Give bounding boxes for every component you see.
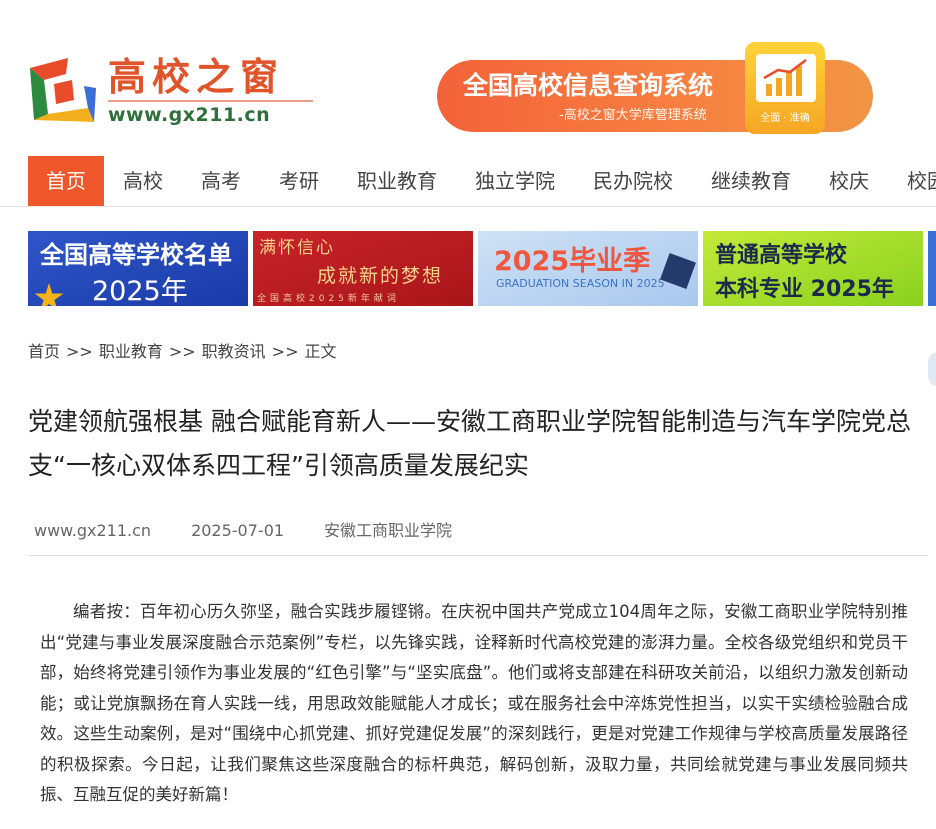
nav-item-independent[interactable]: 独立学院 [456,156,574,206]
banner-badge[interactable]: 全面 · 准确 [745,42,825,134]
logo-url: www.gx211.cn [108,104,271,126]
tile-caption: 全国高校2025新年献词 [257,294,400,304]
nav-item-campus[interactable]: 校园 [888,156,936,206]
promo-tile-partial[interactable] [928,231,936,306]
breadcrumb-separator: >> [66,342,93,361]
promo-tile-university-list[interactable]: 全国高等学校名单 2025年 [28,231,248,306]
banner-subtitle: -高校之窗大学库管理系统 [559,108,707,123]
side-float-button[interactable] [928,352,936,386]
nav-item-universities[interactable]: 高校 [104,156,182,206]
tile-subtitle: 成就新的梦想 [317,265,444,287]
article-meta: www.gx211.cn 2025-07-01 安徽工商职业学院 [34,519,452,543]
logo-divider [108,100,313,102]
tile-title: 2025毕业季 [494,246,651,277]
main-nav: 首页高校高考考研职业教育独立学院民办院校继续教育校庆校园 [28,156,936,206]
article-source: 安徽工商职业学院 [324,521,453,540]
site-logo[interactable]: 高校之窗 www.gx211.cn [28,52,313,130]
tile-subtitle: 2025年 [92,276,188,306]
nav-item-private[interactable]: 民办院校 [574,156,692,206]
article-date: 2025-07-01 [191,521,285,540]
breadcrumb-separator: >> [168,342,196,361]
nav-divider [0,206,936,207]
tile-title: 全国高等学校名单 [40,241,232,269]
promo-tile-graduation[interactable]: 2025毕业季 GRADUATION SEASON IN 2025 [478,231,698,306]
article-title: 党建领航强根基 融合赋能育新人——安徽工商职业学院智能制造与汽车学院党总支“一核… [28,407,911,480]
promo-tile-majors[interactable]: 普通高等学校 本科专业 2025年 [703,231,923,306]
badge-text: 全面 · 准确 [760,113,810,124]
promo-tile-new-year[interactable]: 满怀信心 成就新的梦想 全国高校2025新年献词 [253,231,473,306]
nav-item-home[interactable]: 首页 [28,156,104,206]
nav-item-postgrad[interactable]: 考研 [260,156,338,206]
tile-title: 普通高等学校 [715,243,848,268]
chart-icon [756,54,816,102]
breadcrumb-vocational[interactable]: 职业教育 [99,342,163,361]
breadcrumb-news[interactable]: 职教资讯 [202,342,266,361]
breadcrumb-home[interactable]: 首页 [28,342,60,361]
nav-item-anniversary[interactable]: 校庆 [810,156,888,206]
star-icon [34,283,64,306]
nav-item-vocational[interactable]: 职业教育 [338,156,456,206]
nav-item-gaokao[interactable]: 高考 [182,156,260,206]
breadcrumb-separator: >> [271,342,299,361]
breadcrumb: 首页 >> 职业教育 >> 职教资讯 >> 正文 [28,340,337,364]
article-source-site: www.gx211.cn [34,521,152,540]
tile-subtitle: 本科专业 2025年 [715,277,894,302]
breadcrumb-current: 正文 [304,342,337,361]
graduation-cap-icon [660,253,696,289]
meta-divider [28,555,928,556]
article-body: 编者按：百年初心历久弥坚，融合实践步履铿锵。在庆祝中国共产党成立104周年之际，… [40,602,908,804]
tile-title: 满怀信心 [259,238,335,258]
logo-title: 高校之窗 [108,55,285,99]
nav-item-continuing[interactable]: 继续教育 [692,156,810,206]
site-logo-icon [30,58,96,122]
tile-subtitle: GRADUATION SEASON IN 2025 [496,277,665,290]
banner-title: 全国高校信息查询系统 [463,71,714,100]
